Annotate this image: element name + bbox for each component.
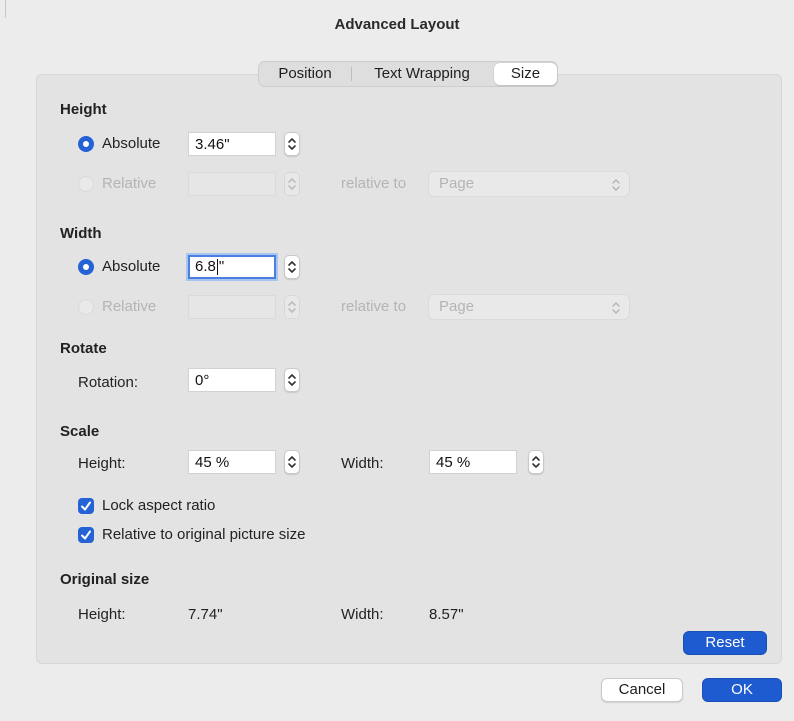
width-relative-label: Relative — [102, 298, 157, 315]
tab-position[interactable]: Position — [259, 62, 351, 86]
height-relative-stepper[interactable] — [284, 172, 300, 196]
checkmark-icon — [81, 530, 91, 540]
width-absolute-stepper[interactable] — [284, 255, 300, 279]
height-relative-to-value: Page — [439, 175, 475, 192]
relative-original-checkbox[interactable] — [78, 527, 94, 543]
height-absolute-stepper[interactable] — [284, 132, 300, 156]
height-relative-to-select[interactable]: Page — [428, 171, 630, 197]
width-absolute-label: Absolute — [102, 258, 161, 275]
width-relative-input[interactable] — [188, 295, 276, 319]
lock-aspect-checkbox[interactable] — [78, 498, 94, 514]
width-relative-stepper[interactable] — [284, 295, 300, 319]
height-absolute-label: Absolute — [102, 135, 161, 152]
tab-text-wrapping[interactable]: Text Wrapping — [351, 62, 493, 86]
updown-chevron-icon — [612, 302, 620, 314]
rotation-label: Rotation: — [78, 374, 139, 391]
width-absolute-unit: " — [218, 258, 225, 275]
original-width-value: 8.57" — [429, 606, 464, 623]
width-relative-to-label: relative to — [341, 298, 407, 315]
stepper-arrows-icon — [288, 374, 296, 386]
original-width-label: Width: — [341, 606, 384, 623]
scale-width-input[interactable] — [429, 450, 517, 474]
scale-width-stepper[interactable] — [528, 450, 544, 474]
original-height-label: Height: — [78, 606, 126, 623]
rotate-heading: Rotate — [60, 340, 107, 357]
checkmark-icon — [81, 501, 91, 511]
relative-original-label[interactable]: Relative to original picture size — [102, 526, 305, 543]
window-title: Advanced Layout — [334, 16, 460, 33]
width-absolute-value: 6.8 — [195, 258, 216, 275]
stepper-arrows-icon — [532, 456, 540, 468]
original-height-value: 7.74" — [188, 606, 223, 623]
lock-aspect-label[interactable]: Lock aspect ratio — [102, 497, 215, 514]
height-relative-radio[interactable] — [78, 176, 94, 192]
stepper-arrows-icon — [288, 138, 296, 150]
width-absolute-input[interactable]: 6.8 " — [188, 255, 276, 279]
scale-height-input[interactable] — [188, 450, 276, 474]
stepper-arrows-icon — [288, 178, 296, 190]
rotation-input[interactable] — [188, 368, 276, 392]
cancel-button[interactable]: Cancel — [601, 678, 683, 702]
stepper-arrows-icon — [288, 261, 296, 273]
width-absolute-radio[interactable] — [78, 259, 94, 275]
height-relative-input[interactable] — [188, 172, 276, 196]
width-heading: Width — [60, 225, 102, 242]
title-bar: Advanced Layout — [0, 0, 794, 50]
stepper-arrows-icon — [288, 301, 296, 313]
scale-height-label: Height: — [78, 455, 126, 472]
rotation-stepper[interactable] — [284, 368, 300, 392]
scale-height-stepper[interactable] — [284, 450, 300, 474]
ok-button[interactable]: OK — [702, 678, 782, 702]
height-relative-label: Relative — [102, 175, 157, 192]
updown-chevron-icon — [612, 179, 620, 191]
reset-button[interactable]: Reset — [683, 631, 767, 655]
height-heading: Height — [60, 101, 107, 118]
stepper-arrows-icon — [288, 456, 296, 468]
text-caret — [216, 259, 218, 276]
scale-width-label: Width: — [341, 455, 384, 472]
original-size-heading: Original size — [60, 571, 150, 588]
height-relative-to-label: relative to — [341, 175, 407, 192]
tab-bar: Position Text Wrapping Size — [258, 61, 558, 87]
width-relative-radio[interactable] — [78, 299, 94, 315]
tab-size[interactable]: Size — [494, 63, 557, 85]
width-relative-to-value: Page — [439, 298, 475, 315]
height-absolute-input[interactable] — [188, 132, 276, 156]
scale-heading: Scale — [60, 423, 100, 440]
height-absolute-radio[interactable] — [78, 136, 94, 152]
width-relative-to-select[interactable]: Page — [428, 294, 630, 320]
